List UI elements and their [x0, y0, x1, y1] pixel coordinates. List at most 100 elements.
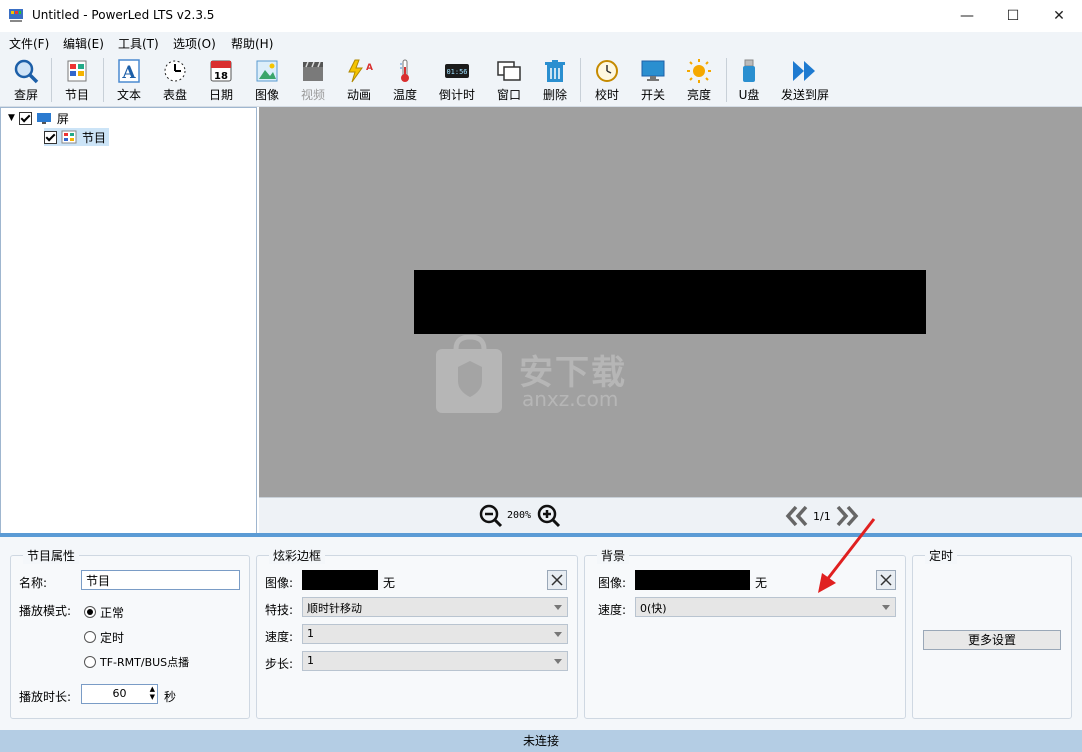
- program-checkbox[interactable]: [44, 130, 57, 144]
- zoom-level: 200%: [507, 510, 532, 521]
- app-icon: [9, 9, 23, 22]
- clear-x-icon: [551, 574, 563, 586]
- border-image-label: 图像:: [265, 576, 294, 590]
- text-button[interactable]: A 文本: [107, 56, 151, 104]
- toolbar-separator: [103, 58, 104, 102]
- bg-speed-label: 速度:: [598, 603, 627, 617]
- zoom-in-icon[interactable]: [537, 504, 561, 528]
- name-label: 名称:: [19, 576, 48, 590]
- temperature-button[interactable]: 温度: [383, 56, 427, 104]
- step-label: 步长:: [265, 657, 294, 671]
- fast-forward-icon: [793, 61, 815, 81]
- countdown-button[interactable]: 01:56 倒计时: [435, 56, 479, 104]
- program-item-icon: [61, 130, 77, 144]
- previous-page-icon[interactable]: [785, 505, 809, 527]
- power-switch-button[interactable]: 开关: [631, 56, 675, 104]
- mode-timed-radio[interactable]: [84, 631, 96, 643]
- toolbar-separator: [51, 58, 52, 102]
- dropdown-arrow-icon: [882, 605, 890, 610]
- dropdown-arrow-icon: [554, 632, 562, 637]
- clapperboard-icon: [303, 61, 323, 81]
- watermark-bag-icon: [436, 335, 502, 413]
- lightning-icon: A: [348, 59, 373, 83]
- bg-image-label: 图像:: [598, 576, 627, 590]
- duration-label: 播放时长:: [19, 690, 72, 704]
- border-speed-select[interactable]: 1: [302, 624, 568, 644]
- screen-monitor-icon: [36, 112, 51, 124]
- menu-edit[interactable]: 编辑(E): [63, 35, 104, 52]
- video-button[interactable]: 视频: [291, 56, 335, 104]
- play-mode-label: 播放模式:: [19, 604, 72, 618]
- search-screen-button[interactable]: 查屏: [4, 56, 48, 104]
- title-bar: Untitled - PowerLed LTS v2.3.5 — ☐ ✕: [0, 0, 1082, 32]
- udisk-button[interactable]: U盘: [727, 56, 771, 104]
- watermark-subtext: anxz.com: [522, 387, 619, 411]
- tree-item-screen[interactable]: ▼ 屏: [8, 109, 69, 127]
- stepper-arrows-icon[interactable]: ▲ ▼: [150, 685, 155, 701]
- bg-image-none: 无: [755, 576, 768, 590]
- program-name-input[interactable]: [81, 570, 240, 590]
- calendar-icon: 18: [210, 60, 232, 82]
- tree-screen-label: 屏: [56, 111, 69, 126]
- effect-label: 特技:: [265, 603, 294, 617]
- duration-stepper[interactable]: 60 ▲ ▼: [81, 684, 158, 704]
- border-image-clear-button[interactable]: [547, 570, 567, 590]
- border-title: 炫彩边框: [269, 547, 326, 564]
- program-icon: [67, 60, 87, 82]
- toolbar-separator: [726, 58, 727, 102]
- effect-select[interactable]: 顺时针移动: [302, 597, 568, 617]
- time-calibrate-button[interactable]: 校时: [585, 56, 629, 104]
- clock-button[interactable]: 表盘: [153, 56, 197, 104]
- mode-normal-radio[interactable]: [84, 606, 96, 618]
- bg-image-preview[interactable]: [635, 570, 750, 590]
- zoom-bar: 200% 1/1: [259, 497, 1082, 534]
- delete-button[interactable]: 删除: [533, 56, 577, 104]
- minimize-button[interactable]: —: [944, 0, 990, 32]
- border-group: 炫彩边框 图像: 无 特技: 顺时针移动 速度: 1 步长: 1: [256, 547, 578, 719]
- mode-bus-radio[interactable]: [84, 656, 96, 668]
- preview-canvas[interactable]: 安下载 anxz.com: [259, 107, 1082, 497]
- border-image-preview[interactable]: [302, 570, 378, 590]
- menu-bar: 文件(F) 编辑(E) 工具(T) 选项(O) 帮助(H): [0, 32, 1082, 52]
- menu-help[interactable]: 帮助(H): [231, 35, 273, 52]
- zoom-out-icon[interactable]: [479, 504, 503, 528]
- tree-expand-icon[interactable]: ▼: [8, 113, 15, 123]
- led-screen-area[interactable]: [414, 270, 926, 334]
- digital-timer-icon: 01:56: [445, 64, 469, 78]
- connection-status: 未连接: [522, 734, 559, 748]
- maximize-button[interactable]: ☐: [990, 0, 1036, 32]
- magnifier-icon: [14, 59, 39, 84]
- watermark: 安下载 anxz.com: [434, 335, 654, 415]
- animation-button[interactable]: A 动画: [337, 56, 381, 104]
- program-properties-title: 节目属性: [23, 547, 80, 564]
- svg-text:A: A: [121, 63, 136, 83]
- image-button[interactable]: 图像: [245, 56, 289, 104]
- svg-text:A: A: [366, 63, 373, 73]
- dropdown-arrow-icon: [554, 605, 562, 610]
- duration-value: 60: [112, 687, 127, 700]
- step-select[interactable]: 1: [302, 651, 568, 671]
- timing-group: 定时 更多设置: [912, 547, 1072, 719]
- program-button[interactable]: 节目: [55, 56, 99, 104]
- screen-checkbox[interactable]: [18, 111, 32, 125]
- svg-text:18: 18: [214, 71, 228, 82]
- program-properties-group: 节目属性 名称: 播放模式: 正常 定时 TF-RMT/BUS点播 播放时长: …: [10, 547, 250, 719]
- menu-options[interactable]: 选项(O): [173, 35, 216, 52]
- window-button[interactable]: 窗口: [487, 56, 531, 104]
- annotation-arrow: [818, 518, 876, 593]
- close-button[interactable]: ✕: [1036, 0, 1082, 32]
- menu-tools[interactable]: 工具(T): [118, 35, 159, 52]
- duration-unit: 秒: [164, 690, 177, 704]
- date-button[interactable]: 18 日期: [199, 56, 243, 104]
- brightness-button[interactable]: 亮度: [677, 56, 721, 104]
- usb-drive-icon: [743, 59, 755, 82]
- bg-speed-select[interactable]: 0(快): [635, 597, 896, 617]
- window-title: Untitled - PowerLed LTS v2.3.5: [32, 8, 215, 22]
- send-to-screen-button[interactable]: 发送到屏: [781, 56, 829, 104]
- toolbar: 查屏 节目 A 文本 表盘 18 日期 图像 视频 A 动画 温度 01:56 …: [0, 52, 1082, 107]
- menu-file[interactable]: 文件(F): [9, 35, 49, 52]
- timing-title: 定时: [925, 547, 958, 564]
- more-settings-button[interactable]: 更多设置: [923, 630, 1061, 650]
- tree-item-program[interactable]: 节目: [44, 128, 110, 146]
- sun-icon: [687, 59, 711, 83]
